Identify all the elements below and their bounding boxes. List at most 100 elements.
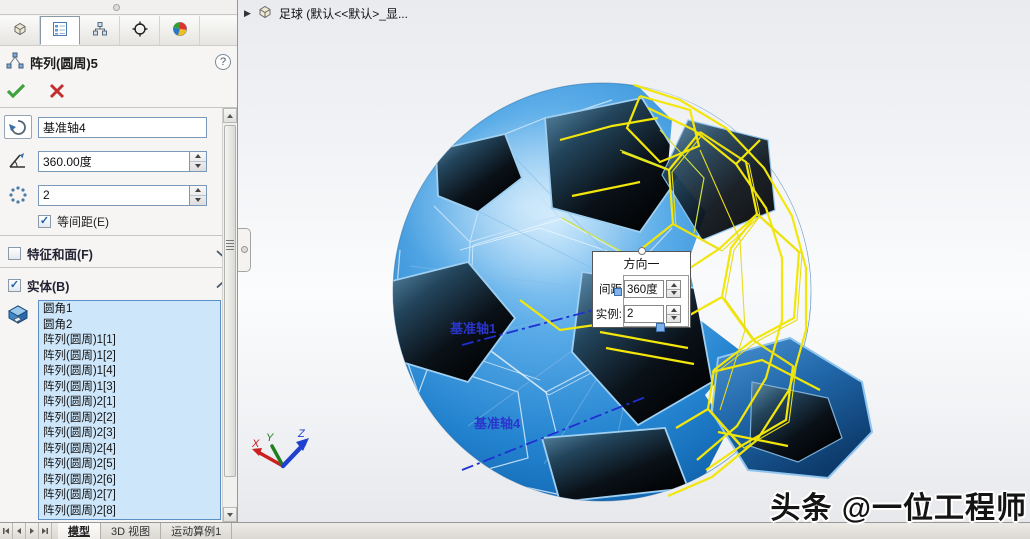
splitter-dot [241,246,248,253]
triad-x-label: X [251,438,260,450]
sheet-nav-prev-button[interactable] [13,523,26,539]
angle-spinner[interactable] [189,151,207,172]
features-faces-label: 特征和面(F) [27,244,93,263]
configurationmanager-icon [92,21,108,40]
instances-spinner[interactable] [666,305,681,323]
pattern-angle-row [0,147,237,175]
part-icon [257,4,273,23]
pattern-angle-input[interactable] [38,151,189,172]
divider [0,107,237,108]
body-list-item[interactable]: 阵列(圆周)1[4] [43,364,220,380]
instances-spin-down[interactable] [667,315,680,323]
tab-3d-views[interactable]: 3D 视图 [101,523,161,539]
sheet-nav-next-button[interactable] [26,523,39,539]
callout-selection-handle[interactable] [614,288,622,296]
spacing-input[interactable] [624,280,664,298]
sheet-nav-last-button[interactable] [39,523,52,539]
orientation-triad: X Y Z [251,428,309,466]
axis-label-upper: 基准轴1 [449,321,496,336]
panel-splitter-handle[interactable] [238,228,251,272]
flyout-expand-icon[interactable]: ▶ [244,8,251,19]
tab-motion-study[interactable]: 运动算例1 [161,523,232,539]
pattern-axis-row [0,113,237,141]
help-icon[interactable]: ? [215,54,231,70]
panel-top-strip [0,0,237,15]
equal-spacing-checkbox[interactable]: ✓ [38,215,51,228]
features-faces-checkbox[interactable] [8,247,21,260]
callout-drag-handle[interactable] [638,247,646,255]
ok-button[interactable] [6,82,26,100]
instance-count-icon [4,183,32,207]
body-list-item[interactable]: 圆角1 [43,302,220,318]
angle-spin-down[interactable] [190,162,206,171]
feature-title-row: 阵列(圆周)5 ? [0,48,237,76]
equal-spacing-row: ✓ 等间距(E) [0,210,237,232]
bodies-group-header[interactable]: ✓ 实体(B) [0,271,237,299]
triad-y-label: Y [266,432,274,444]
panel-tab-propertymanager[interactable] [40,16,80,45]
callout-header: 方向一 [593,252,690,272]
scrollbar-down-button[interactable] [223,507,237,522]
ok-cancel-row [0,78,237,104]
angle-spin-up[interactable] [190,152,206,162]
pattern-axis-input[interactable] [38,117,207,138]
body-list-item[interactable]: 阵列(圆周)2[7] [43,488,220,504]
panel-scrollbar[interactable] [222,108,237,522]
property-manager-panel: 阵列(圆周)5 ? ✓ 等间距(E) [0,0,238,522]
features-faces-group-header[interactable]: 特征和面(F) [0,239,237,267]
body-list-item[interactable]: 阵列(圆周)2[8] [43,504,220,520]
body-list-item[interactable]: 阵列(圆周)1[3] [43,380,220,396]
scrollbar-thumb[interactable] [224,125,236,477]
body-list-item[interactable]: 阵列(圆周)2[5] [43,457,220,473]
flyout-feature-tree[interactable]: ▶ 足球 (默认<<默认>_显... [244,4,408,23]
body-list-item[interactable]: 阵列(圆周)2[3] [43,426,220,442]
feature-title: 阵列(圆周)5 [30,53,98,72]
body-list-item[interactable]: 圆角2 [43,318,220,334]
callout-anchor-handle[interactable] [656,323,665,332]
bodies-listbox[interactable]: 圆角1 圆角2 阵列(圆周)1[1] 阵列(圆周)1[2] 阵列(圆周)1[4]… [38,300,221,520]
instances-spin-up[interactable] [667,306,680,315]
count-spinner[interactable] [189,185,207,206]
direction1-callout[interactable]: 方向一 间距 实例: [592,251,691,328]
body-list-item[interactable]: 阵列(圆周)2[6] [43,473,220,489]
bodies-label: 实体(B) [27,276,69,295]
instance-count-row [0,181,237,209]
instances-input[interactable] [624,305,664,323]
divider [0,235,237,236]
body-list-item[interactable]: 阵列(圆周)1[2] [43,349,220,365]
scrollbar-up-button[interactable] [223,108,237,123]
panel-tab-dimxpertmanager[interactable] [120,16,160,45]
pattern-axis-icon [4,115,32,139]
tab-model[interactable]: 模型 [58,523,101,539]
splitter-grip-lines[interactable] [226,240,234,250]
panel-collapse-handle[interactable] [113,4,120,11]
bodies-checkbox[interactable]: ✓ [8,279,21,292]
divider [0,267,237,268]
panel-tab-bar [0,16,237,46]
equal-spacing-label: 等间距(E) [57,213,109,230]
sheet-nav-first-button[interactable] [0,523,13,539]
spacing-spin-down[interactable] [667,290,680,298]
cancel-button[interactable] [48,82,66,100]
body-list-item[interactable]: 阵列(圆周)1[1] [43,333,220,349]
instance-count-input[interactable] [38,185,189,206]
spacing-spin-up[interactable] [667,281,680,290]
body-list-item[interactable]: 阵列(圆周)2[1] [43,395,220,411]
angle-icon [4,149,32,173]
body-list-item[interactable]: 阵列(圆周)2[2] [43,411,220,427]
panel-tab-configurationmanager[interactable] [80,16,120,45]
body-list-item[interactable]: 阵列(圆周)2[4] [43,442,220,458]
panel-tab-featuremanager-tree[interactable] [0,16,40,45]
spacing-spinner[interactable] [666,280,681,298]
instances-label: 实例: [595,306,622,322]
circular-pattern-icon [6,52,24,73]
count-spin-up[interactable] [190,186,206,196]
document-tabs: 模型 3D 视图 运动算例1 [58,523,232,539]
panel-tab-displaymanager[interactable] [160,16,200,45]
triad-z-label: Z [297,428,306,440]
dimxpert-target-icon [132,21,148,40]
document-title: 足球 (默认<<默认>_显... [279,5,408,22]
propertymanager-icon [52,21,68,40]
solid-body-icon [6,304,30,327]
count-spin-down[interactable] [190,196,206,205]
